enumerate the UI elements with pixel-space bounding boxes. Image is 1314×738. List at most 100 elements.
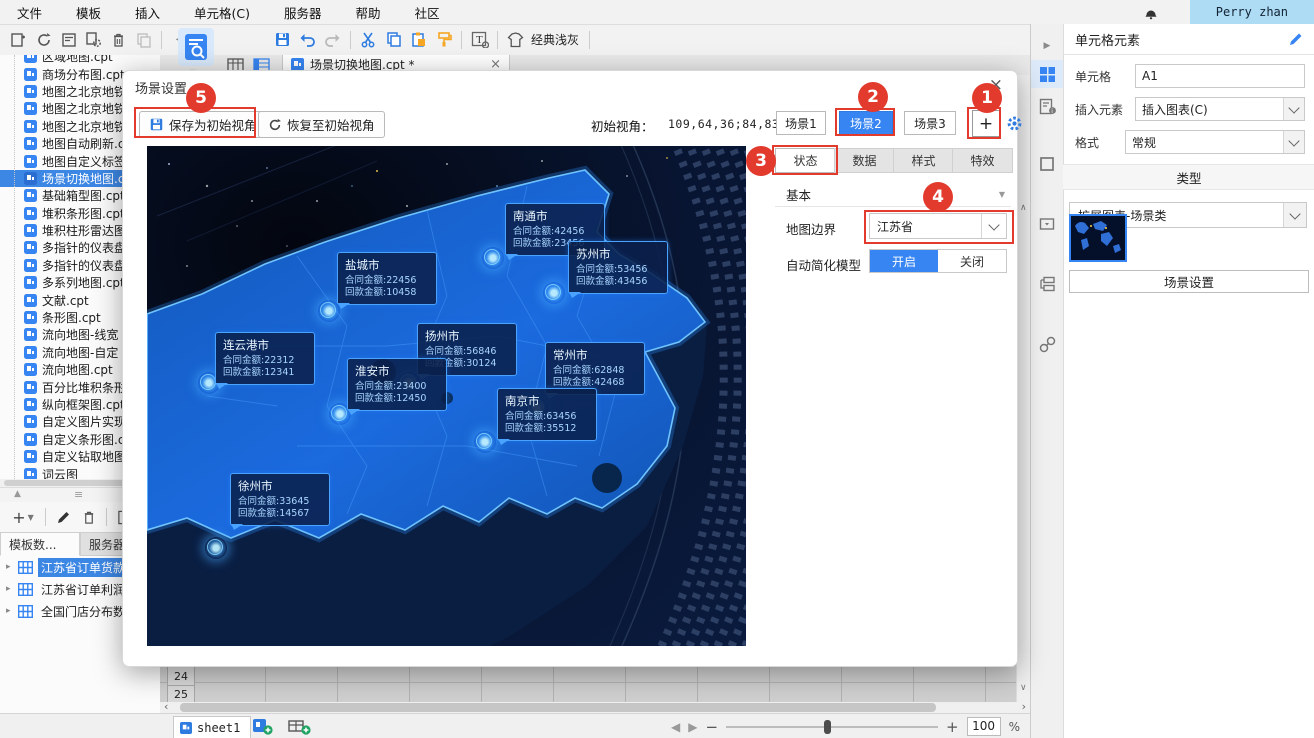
format-painter-icon[interactable] — [431, 28, 456, 52]
tab-template-datasets[interactable]: 模板数... — [0, 532, 80, 556]
report-file-icon — [24, 328, 37, 342]
menu-cell[interactable]: 单元格(C) — [177, 3, 267, 22]
theme-name-label[interactable]: 经典浅灰 — [531, 31, 579, 48]
zoom-slider-handle[interactable] — [824, 719, 832, 734]
save-icon[interactable] — [270, 28, 295, 52]
expand-arrow-icon[interactable]: ▸ — [6, 562, 18, 572]
edit-icon[interactable] — [51, 505, 76, 529]
widget-settings-icon[interactable] — [1031, 210, 1063, 238]
menu-community[interactable]: 社区 — [398, 3, 457, 22]
city-label-suzhou: 苏州市 合同金额:53456 回款金额:43456 — [568, 241, 668, 294]
basic-section-header[interactable]: 基本 ▼ — [775, 183, 1011, 207]
notification-bell-icon[interactable] — [1144, 5, 1190, 20]
map-boundary-select[interactable]: 江苏省 — [869, 213, 1007, 239]
add-grid-sheet-button[interactable] — [252, 718, 273, 735]
toggle-on-button[interactable]: 开启 — [870, 250, 938, 272]
tab-scene-3[interactable]: 场景3 — [904, 111, 956, 135]
cut-icon[interactable] — [356, 28, 381, 52]
canvas-horizontal-scrollbar[interactable]: ‹ › — [160, 700, 1030, 713]
refresh-icon[interactable] — [31, 28, 56, 52]
zoom-in-icon[interactable]: + — [946, 718, 959, 736]
copy-icon[interactable] — [381, 28, 406, 52]
save-icon — [150, 118, 163, 131]
expand-arrow-icon[interactable]: ▸ — [6, 606, 18, 616]
hyperlink-icon[interactable] — [1031, 330, 1063, 358]
insert-element-select[interactable]: 插入图表(C) — [1135, 97, 1305, 121]
menu-file[interactable]: 文件 — [0, 3, 59, 22]
tab-style[interactable]: 样式 — [893, 148, 954, 173]
zoom-out-icon[interactable]: − — [705, 718, 718, 736]
new-template-icon[interactable] — [6, 28, 31, 52]
cell-elements-icon[interactable] — [1031, 60, 1063, 88]
annotation-badge-3: 3 — [746, 146, 776, 176]
zoom-percent-sign: % — [1008, 719, 1020, 734]
cell-attributes-icon[interactable]: i — [1031, 92, 1063, 120]
undo-icon[interactable] — [295, 28, 320, 52]
dataset-table-icon — [18, 560, 33, 574]
right-panel-content: 单元格元素 单元格 插入元素 插入图表(C) 格式 常规 类型 扩展图表-场景类 — [1063, 24, 1314, 738]
toggle-off-button[interactable]: 关闭 — [938, 250, 1006, 272]
canvas-vertical-scrollbar[interactable]: ∧ ∨ — [1016, 75, 1031, 702]
spreadsheet-grid[interactable]: 24 25 — [160, 665, 1016, 704]
redo-icon[interactable] — [320, 28, 345, 52]
theme-shirt-icon[interactable] — [503, 28, 528, 52]
report-file-icon — [24, 311, 37, 325]
annotation-badge-5: 5 — [186, 83, 216, 113]
user-account[interactable]: Perry zhan — [1189, 0, 1314, 24]
add-chart-sheet-button[interactable] — [288, 718, 311, 735]
report-file-icon — [24, 119, 37, 133]
sidebar-item[interactable]: 区域地图.cpt — [0, 55, 160, 65]
restore-initial-view-button[interactable]: 恢复至初始视角 — [258, 111, 385, 138]
sheet-tab[interactable]: sheet1 — [173, 716, 252, 738]
row-header[interactable]: 24 — [167, 666, 195, 687]
text-style-icon[interactable]: T — [467, 28, 492, 52]
collapse-right-panel-icon[interactable]: ▶ — [1031, 32, 1063, 60]
report-file-icon — [24, 415, 37, 429]
dataset-table-icon — [18, 582, 33, 596]
dialog-title: 场景设置 — [135, 82, 188, 97]
menu-server[interactable]: 服务器 — [267, 3, 339, 22]
cell-ref-label: 单元格 — [1075, 69, 1112, 84]
city-label-lianyungang: 连云港市 合同金额:22312 回款金额:12341 — [215, 332, 315, 385]
page-prev-icon[interactable]: ◀ — [671, 720, 680, 734]
zoom-slider[interactable] — [726, 719, 939, 734]
refresh-icon — [269, 118, 281, 130]
tab-data[interactable]: 数据 — [834, 148, 895, 173]
tab-effects[interactable]: 特效 — [952, 148, 1013, 173]
report-file-icon — [24, 467, 37, 479]
delete-icon[interactable] — [106, 28, 131, 52]
menu-help[interactable]: 帮助 — [339, 3, 398, 22]
zoom-percent-input[interactable]: 100 — [966, 717, 1001, 736]
city-marker — [205, 537, 227, 559]
add-scene-button[interactable]: + — [972, 110, 1000, 137]
condition-attributes-icon[interactable] — [1031, 270, 1063, 298]
format-select[interactable]: 常规 — [1125, 130, 1305, 154]
collapse-section-icon[interactable]: ▼ — [999, 190, 1005, 199]
tab-scene-2[interactable]: 场景2 — [839, 111, 893, 135]
page-next-icon[interactable]: ▶ — [688, 720, 697, 734]
template-search-icon[interactable] — [178, 28, 214, 66]
tab-status[interactable]: 状态 — [775, 148, 836, 173]
scene-map-viewport[interactable]: 南通市 合同金额:42456 回款金额:23456 苏州市 合同金额:53456 回款金… — [147, 146, 746, 646]
insert-element-label: 插入元素 — [1075, 102, 1124, 117]
cell-ref-input[interactable] — [1135, 64, 1305, 88]
scene-chart-thumbnail[interactable] — [1069, 214, 1127, 262]
scene-gear-icon[interactable] — [1004, 113, 1024, 133]
report-file-icon — [24, 137, 37, 151]
dataset-table-icon — [18, 604, 33, 618]
edit-cell-element-icon[interactable] — [1289, 32, 1303, 46]
paste-icon[interactable] — [406, 28, 431, 52]
menu-insert[interactable]: 插入 — [118, 3, 177, 22]
report-file-icon — [24, 380, 37, 394]
scene-settings-button[interactable]: 场景设置 — [1069, 270, 1309, 293]
add-template-button[interactable]: + ▼ — [6, 505, 40, 529]
expand-arrow-icon[interactable]: ▸ — [6, 584, 18, 594]
save-initial-view-button[interactable]: 保存为初始视角 — [139, 111, 267, 138]
city-label-yancheng: 盐城市 合同金额:22456 回款金额:10458 — [337, 252, 437, 305]
menu-template[interactable]: 模板 — [59, 3, 118, 22]
template-manager-icon[interactable] — [56, 28, 81, 52]
float-element-icon[interactable] — [1031, 150, 1063, 178]
tab-scene-1[interactable]: 场景1 — [776, 111, 826, 135]
delete-template-icon[interactable] — [76, 505, 101, 529]
template-settings-icon[interactable] — [81, 28, 106, 52]
